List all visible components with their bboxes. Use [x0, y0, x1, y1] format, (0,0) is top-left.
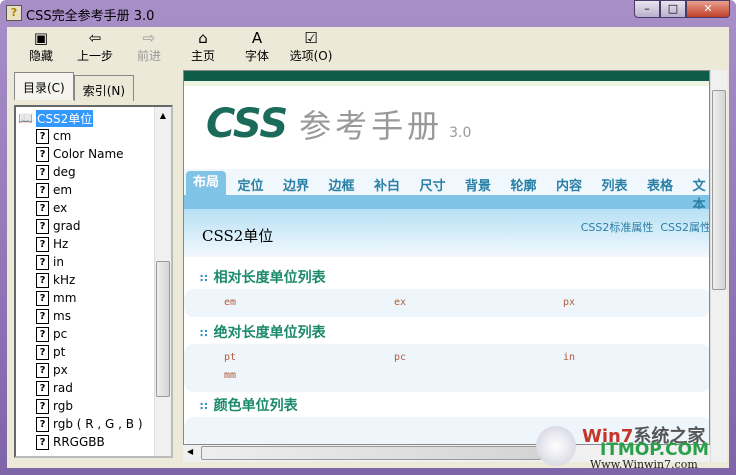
help-page-icon: ? — [36, 164, 49, 180]
css-logo: CSS 参考手册 3.0 — [206, 101, 472, 147]
tree-item[interactable]: ? pc — [36, 325, 67, 343]
scroll-left-icon[interactable]: ◀ — [187, 447, 193, 456]
home-icon: ⌂ — [198, 29, 208, 47]
section-heading: ∷ 绝对长度单位列表 — [200, 325, 326, 341]
nav-tab[interactable]: 轮廓 — [511, 175, 537, 194]
toolbar: ▣ 隐藏 ⇦ 上一步 ⇨ 前进 ⌂ 主页 A 字体 ☑ 选项(O) — [7, 27, 729, 71]
window-title: CSS完全参考手册 3.0 — [26, 9, 155, 24]
unit-link[interactable]: mm — [224, 370, 236, 381]
tree-item[interactable]: ? deg — [36, 163, 76, 181]
help-page-icon: ? — [36, 272, 49, 288]
tree-item[interactable]: ? in — [36, 253, 64, 271]
section-heading: ∷ 颜色单位列表 — [200, 398, 298, 414]
tab-index[interactable]: 索引(N) — [73, 75, 135, 101]
tree-item[interactable]: ? kHz — [36, 271, 75, 289]
tree-item[interactable]: ? cm — [36, 127, 71, 145]
tree-scrollbar[interactable]: ▲ — [154, 107, 171, 456]
options-button[interactable]: ☑ 选项(O) — [283, 27, 339, 71]
horizontal-scroll-thumb[interactable] — [201, 446, 541, 460]
content-pane: CSS 参考手册 3.0 布局 定位 边界 边框 补白 尺寸 背景 轮廓 内容 列表 表格 文本 CS… — [183, 70, 710, 445]
link-css2-props[interactable]: CSS2属性 — [660, 221, 709, 234]
unit-link[interactable]: ex — [394, 297, 406, 308]
help-app-icon: ? — [6, 5, 22, 21]
tab-contents[interactable]: 目录(C) — [14, 72, 74, 100]
tree-item[interactable]: ? ms — [36, 307, 71, 325]
help-page-icon: ? — [36, 254, 49, 270]
forward-arrow-icon: ⇨ — [142, 29, 156, 47]
content-vertical-scrollbar[interactable] — [710, 70, 727, 462]
nav-tab[interactable]: 背景 — [465, 175, 491, 194]
page-title: CSS2单位 — [202, 227, 274, 245]
font-button[interactable]: A 字体 — [229, 27, 285, 71]
contents-tree: 📖 CSS2单位 ? cm? Color Name? deg? em? ex? grad? Hz… — [14, 105, 173, 458]
tree-item[interactable]: ? em — [36, 181, 72, 199]
close-button[interactable]: ✕ — [686, 0, 730, 18]
hide-button[interactable]: ▣ 隐藏 — [13, 27, 69, 71]
tree-item[interactable]: ? Hz — [36, 235, 68, 253]
tree-item[interactable]: ? ex — [36, 199, 67, 217]
tree-item[interactable]: ? rad — [36, 379, 73, 397]
unit-link[interactable]: px — [563, 297, 575, 308]
category-nav: 布局 定位 边界 边框 补白 尺寸 背景 轮廓 内容 列表 表格 文本 — [184, 169, 709, 213]
help-page-icon: ? — [36, 290, 49, 306]
help-page-icon: ? — [36, 344, 49, 360]
nav-tab[interactable]: 内容 — [556, 175, 582, 194]
help-page-icon: ? — [36, 308, 49, 324]
help-page-icon: ? — [36, 362, 49, 378]
app-window: ? CSS完全参考手册 3.0 – □ ✕ ▣ 隐藏 ⇦ 上一步 ⇨ 前进 ⌂ 主页 A… — [0, 0, 736, 475]
nav-tab[interactable]: 表格 — [647, 175, 673, 194]
watermark-logo: Win7系统之家 ITMOP.COM Www.Winwin7.com — [530, 420, 736, 475]
back-button[interactable]: ⇦ 上一步 — [67, 27, 123, 71]
nav-tab[interactable]: 定位 — [238, 175, 264, 194]
options-icon: ☑ — [304, 29, 318, 47]
tree-item[interactable]: ? grad — [36, 217, 81, 235]
nav-tab[interactable]: 补白 — [374, 175, 400, 194]
tree-item[interactable]: ? rgb — [36, 397, 73, 415]
tree-item[interactable]: ? rgb ( R , G , B ) — [36, 415, 143, 433]
scroll-up-icon[interactable]: ▲ — [155, 107, 171, 120]
bullet-icon: ∷ — [200, 327, 208, 340]
help-page-icon: ? — [36, 416, 49, 432]
help-page-icon: ? — [36, 200, 49, 216]
bullet-icon: ∷ — [200, 272, 208, 285]
section-heading: ∷ 相对长度单位列表 — [200, 270, 326, 286]
help-page-icon: ? — [36, 326, 49, 342]
tree-item[interactable]: ? Color Name — [36, 145, 124, 163]
help-page-icon: ? — [36, 182, 49, 198]
nav-tab[interactable]: 边界 — [283, 175, 309, 194]
home-button[interactable]: ⌂ 主页 — [175, 27, 231, 71]
help-page-icon: ? — [36, 146, 49, 162]
help-page-icon: ? — [36, 380, 49, 396]
help-page-icon: ? — [36, 398, 49, 414]
minimize-button[interactable]: – — [634, 0, 660, 18]
open-book-icon: 📖 — [18, 111, 33, 125]
nav-tab[interactable]: 边框 — [329, 175, 355, 194]
back-arrow-icon: ⇦ — [88, 29, 102, 47]
help-page-icon: ? — [36, 434, 49, 450]
tree-item[interactable]: ? px — [36, 361, 68, 379]
unit-link[interactable]: em — [224, 297, 236, 308]
nav-tab[interactable]: 尺寸 — [420, 175, 446, 194]
nav-tab[interactable]: 列表 — [602, 175, 628, 194]
maximize-button[interactable]: □ — [660, 0, 686, 18]
help-page-icon: ? — [36, 218, 49, 234]
unit-link[interactable]: in — [563, 352, 575, 363]
nav-tab[interactable]: 布局 — [186, 171, 226, 195]
help-page-icon: ? — [36, 128, 49, 144]
tree-item[interactable]: ? mm — [36, 289, 76, 307]
link-css2-standard[interactable]: CSS2标准属性 — [581, 221, 654, 234]
tree-item-root[interactable]: 📖 CSS2单位 — [18, 109, 94, 127]
content-scroll-thumb[interactable] — [712, 90, 726, 290]
nav-tab[interactable]: 文本 — [693, 175, 710, 213]
forward-button[interactable]: ⇨ 前进 — [121, 27, 177, 71]
unit-link[interactable]: pt — [224, 352, 236, 363]
unit-link[interactable]: pc — [394, 352, 406, 363]
hide-pane-icon: ▣ — [33, 29, 49, 47]
bullet-icon: ∷ — [200, 400, 208, 413]
tree-item[interactable]: ? pt — [36, 343, 65, 361]
tree-item[interactable]: ? RRGGBB — [36, 433, 105, 451]
tree-scroll-thumb[interactable] — [156, 261, 170, 397]
font-icon: A — [251, 29, 263, 47]
help-page-icon: ? — [36, 236, 49, 252]
